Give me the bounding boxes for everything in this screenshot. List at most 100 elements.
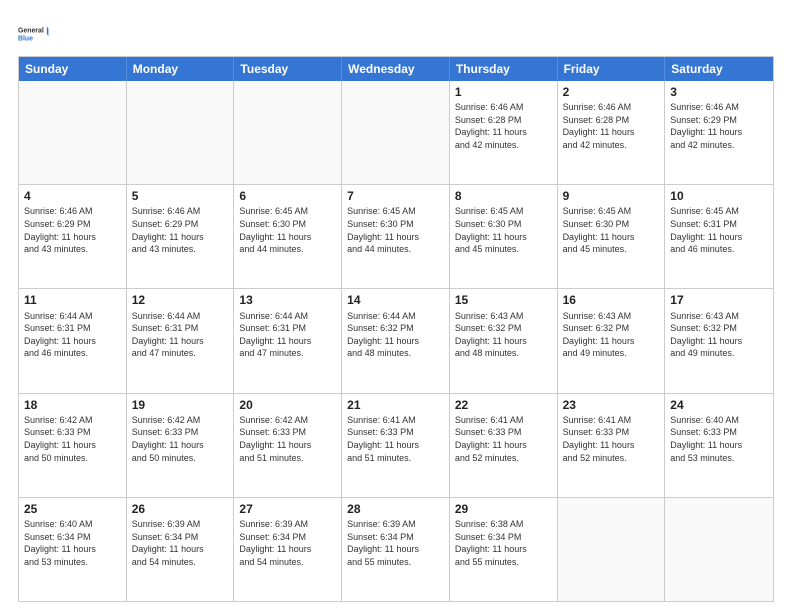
header: General Blue <box>18 18 774 50</box>
calendar-row-4: 25Sunrise: 6:40 AM Sunset: 6:34 PM Dayli… <box>19 497 773 601</box>
cal-cell <box>665 498 773 601</box>
day-number: 2 <box>563 84 660 100</box>
cal-cell: 9Sunrise: 6:45 AM Sunset: 6:30 PM Daylig… <box>558 185 666 288</box>
calendar-body: 1Sunrise: 6:46 AM Sunset: 6:28 PM Daylig… <box>19 81 773 601</box>
day-info: Sunrise: 6:40 AM Sunset: 6:33 PM Dayligh… <box>670 414 768 464</box>
day-info: Sunrise: 6:39 AM Sunset: 6:34 PM Dayligh… <box>239 518 336 568</box>
cal-cell: 17 Sunrise: 6:43 AM Sunset: 6:32 PM Dayli… <box>665 289 773 392</box>
header-cell-saturday: Saturday <box>665 57 773 81</box>
cal-cell <box>558 498 666 601</box>
cal-cell: 15Sunrise: 6:43 AM Sunset: 6:32 PM Dayli… <box>450 289 558 392</box>
day-info: Sunrise: 6:42 AM Sunset: 6:33 PM Dayligh… <box>132 414 229 464</box>
day-number: 19 <box>132 397 229 413</box>
calendar-row-2: 11 Sunrise: 6:44 AM Sunset: 6:31 PM Dayli… <box>19 288 773 392</box>
cal-cell: 16 Sunrise: 6:43 AM Sunset: 6:32 PM Dayli… <box>558 289 666 392</box>
day-number: 7 <box>347 188 444 204</box>
day-number: 11 <box>24 292 121 308</box>
day-info: Sunrise: 6:46 AM Sunset: 6:28 PM Dayligh… <box>455 101 552 151</box>
day-info: Sunrise: 6:42 AM Sunset: 6:33 PM Dayligh… <box>24 414 121 464</box>
header-cell-sunday: Sunday <box>19 57 127 81</box>
header-cell-tuesday: Tuesday <box>234 57 342 81</box>
day-info: Sunrise: 6:40 AM Sunset: 6:34 PM Dayligh… <box>24 518 121 568</box>
day-number: 3 <box>670 84 768 100</box>
day-info: Sunrise: 6:38 AM Sunset: 6:34 PM Dayligh… <box>455 518 552 568</box>
cal-cell <box>127 81 235 184</box>
day-number: 9 <box>563 188 660 204</box>
cal-cell: 24Sunrise: 6:40 AM Sunset: 6:33 PM Dayli… <box>665 394 773 497</box>
cal-cell: 10Sunrise: 6:45 AM Sunset: 6:31 PM Dayli… <box>665 185 773 288</box>
day-number: 14 <box>347 292 444 308</box>
cal-cell: 22Sunrise: 6:41 AM Sunset: 6:33 PM Dayli… <box>450 394 558 497</box>
day-info: Sunrise: 6:43 AM Sunset: 6:32 PM Dayligh… <box>455 310 552 360</box>
cal-cell: 25Sunrise: 6:40 AM Sunset: 6:34 PM Dayli… <box>19 498 127 601</box>
day-info: Sunrise: 6:45 AM Sunset: 6:30 PM Dayligh… <box>455 205 552 255</box>
day-number: 13 <box>239 292 336 308</box>
day-info: Sunrise: 6:46 AM Sunset: 6:29 PM Dayligh… <box>670 101 768 151</box>
day-number: 16 <box>563 292 660 308</box>
cal-cell <box>342 81 450 184</box>
day-info: Sunrise: 6:46 AM Sunset: 6:29 PM Dayligh… <box>24 205 121 255</box>
cal-cell: 8Sunrise: 6:45 AM Sunset: 6:30 PM Daylig… <box>450 185 558 288</box>
day-info: Sunrise: 6:44 AM Sunset: 6:31 PM Dayligh… <box>132 310 229 360</box>
day-number: 12 <box>132 292 229 308</box>
cal-cell: 2Sunrise: 6:46 AM Sunset: 6:28 PM Daylig… <box>558 81 666 184</box>
cal-cell: 7Sunrise: 6:45 AM Sunset: 6:30 PM Daylig… <box>342 185 450 288</box>
cal-cell: 13 Sunrise: 6:44 AM Sunset: 6:31 PM Dayli… <box>234 289 342 392</box>
cal-cell: 14 Sunrise: 6:44 AM Sunset: 6:32 PM Dayli… <box>342 289 450 392</box>
day-number: 8 <box>455 188 552 204</box>
day-number: 25 <box>24 501 121 517</box>
cal-cell: 28Sunrise: 6:39 AM Sunset: 6:34 PM Dayli… <box>342 498 450 601</box>
day-number: 22 <box>455 397 552 413</box>
day-number: 5 <box>132 188 229 204</box>
calendar: SundayMondayTuesdayWednesdayThursdayFrid… <box>18 56 774 602</box>
day-number: 10 <box>670 188 768 204</box>
day-info: Sunrise: 6:45 AM Sunset: 6:30 PM Dayligh… <box>563 205 660 255</box>
day-number: 20 <box>239 397 336 413</box>
cal-cell: 12 Sunrise: 6:44 AM Sunset: 6:31 PM Dayli… <box>127 289 235 392</box>
cal-cell: 3Sunrise: 6:46 AM Sunset: 6:29 PM Daylig… <box>665 81 773 184</box>
cal-cell: 18Sunrise: 6:42 AM Sunset: 6:33 PM Dayli… <box>19 394 127 497</box>
calendar-row-0: 1Sunrise: 6:46 AM Sunset: 6:28 PM Daylig… <box>19 81 773 184</box>
cal-cell: 27Sunrise: 6:39 AM Sunset: 6:34 PM Dayli… <box>234 498 342 601</box>
cal-cell: 26Sunrise: 6:39 AM Sunset: 6:34 PM Dayli… <box>127 498 235 601</box>
cal-cell: 4Sunrise: 6:46 AM Sunset: 6:29 PM Daylig… <box>19 185 127 288</box>
day-info: Sunrise: 6:41 AM Sunset: 6:33 PM Dayligh… <box>347 414 444 464</box>
page: General Blue SundayMondayTuesdayWednesda… <box>0 0 792 612</box>
svg-text:General: General <box>18 27 44 34</box>
header-cell-thursday: Thursday <box>450 57 558 81</box>
day-info: Sunrise: 6:45 AM Sunset: 6:31 PM Dayligh… <box>670 205 768 255</box>
day-number: 1 <box>455 84 552 100</box>
header-cell-friday: Friday <box>558 57 666 81</box>
day-info: Sunrise: 6:44 AM Sunset: 6:31 PM Dayligh… <box>239 310 336 360</box>
cal-cell: 20Sunrise: 6:42 AM Sunset: 6:33 PM Dayli… <box>234 394 342 497</box>
day-info: Sunrise: 6:45 AM Sunset: 6:30 PM Dayligh… <box>239 205 336 255</box>
calendar-row-3: 18Sunrise: 6:42 AM Sunset: 6:33 PM Dayli… <box>19 393 773 497</box>
day-info: Sunrise: 6:43 AM Sunset: 6:32 PM Dayligh… <box>670 310 768 360</box>
day-info: Sunrise: 6:46 AM Sunset: 6:28 PM Dayligh… <box>563 101 660 151</box>
logo-icon: General Blue <box>18 18 50 50</box>
day-number: 4 <box>24 188 121 204</box>
day-number: 24 <box>670 397 768 413</box>
day-number: 26 <box>132 501 229 517</box>
day-info: Sunrise: 6:46 AM Sunset: 6:29 PM Dayligh… <box>132 205 229 255</box>
cal-cell: 19Sunrise: 6:42 AM Sunset: 6:33 PM Dayli… <box>127 394 235 497</box>
day-info: Sunrise: 6:39 AM Sunset: 6:34 PM Dayligh… <box>347 518 444 568</box>
cal-cell: 6Sunrise: 6:45 AM Sunset: 6:30 PM Daylig… <box>234 185 342 288</box>
day-number: 28 <box>347 501 444 517</box>
logo: General Blue <box>18 18 50 50</box>
day-info: Sunrise: 6:43 AM Sunset: 6:32 PM Dayligh… <box>563 310 660 360</box>
header-cell-monday: Monday <box>127 57 235 81</box>
cal-cell: 23Sunrise: 6:41 AM Sunset: 6:33 PM Dayli… <box>558 394 666 497</box>
day-info: Sunrise: 6:44 AM Sunset: 6:32 PM Dayligh… <box>347 310 444 360</box>
day-number: 23 <box>563 397 660 413</box>
day-number: 17 <box>670 292 768 308</box>
day-number: 18 <box>24 397 121 413</box>
day-info: Sunrise: 6:42 AM Sunset: 6:33 PM Dayligh… <box>239 414 336 464</box>
cal-cell <box>19 81 127 184</box>
day-info: Sunrise: 6:44 AM Sunset: 6:31 PM Dayligh… <box>24 310 121 360</box>
day-info: Sunrise: 6:41 AM Sunset: 6:33 PM Dayligh… <box>455 414 552 464</box>
day-number: 6 <box>239 188 336 204</box>
cal-cell: 5Sunrise: 6:46 AM Sunset: 6:29 PM Daylig… <box>127 185 235 288</box>
cal-cell: 1Sunrise: 6:46 AM Sunset: 6:28 PM Daylig… <box>450 81 558 184</box>
cal-cell: 29Sunrise: 6:38 AM Sunset: 6:34 PM Dayli… <box>450 498 558 601</box>
